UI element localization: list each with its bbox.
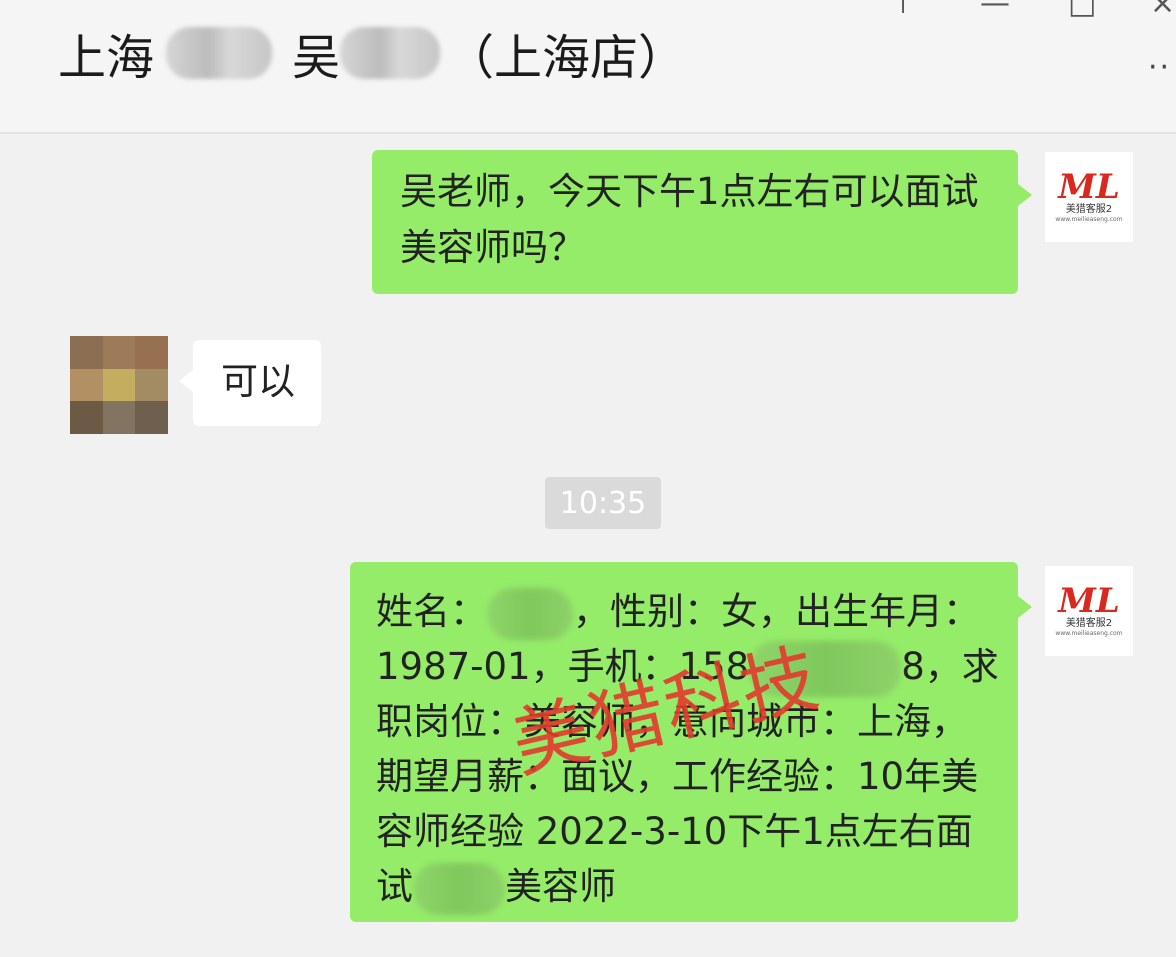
avatar-mosaic-cell xyxy=(102,336,136,369)
logo-subtext: www.meilieaseng.com xyxy=(1055,630,1123,637)
redacted-blur xyxy=(487,587,573,640)
avatar-self[interactable]: ML 美猎客服2 www.meilieaseng.com xyxy=(1045,566,1133,656)
message-text-line: 试 美容师 xyxy=(376,859,1000,915)
avatar-mosaic-cell xyxy=(102,368,136,402)
close-icon[interactable]: × xyxy=(1150,0,1175,21)
avatar-mosaic-cell xyxy=(135,401,168,434)
logo-mark: ML xyxy=(1058,167,1120,207)
avatar-mosaic-cell xyxy=(70,368,103,402)
avatar-self[interactable]: ML 美猎客服2 www.meilieaseng.com xyxy=(1045,152,1133,242)
text-segment: 试 xyxy=(376,865,413,908)
chat-title-suffix: （上海店） xyxy=(446,30,687,86)
pin-icon[interactable]: ⊤ xyxy=(890,0,916,21)
minimize-icon[interactable]: — xyxy=(980,0,1010,21)
message-bubble-outgoing[interactable]: 吴老师，今天下午1点左右可以面试 美容师吗？ xyxy=(372,150,1032,294)
message-text-line: 容师经验 2022-3-10下午1点左右面 xyxy=(376,810,973,853)
avatar-mosaic-cell xyxy=(102,401,136,434)
text-segment: 美容师 xyxy=(505,865,616,908)
maximize-icon[interactable]: □ xyxy=(1068,0,1096,21)
message-text: 可以 xyxy=(221,360,295,403)
timestamp: 10:35 xyxy=(545,477,661,529)
redacted-blur xyxy=(413,862,505,915)
avatar-mosaic-cell xyxy=(135,336,168,369)
message-text-line: 姓名： ，性别：女，出生年月： xyxy=(376,584,1000,640)
logo-text: 美猎客服2 xyxy=(1065,618,1113,629)
bubble-tail xyxy=(1018,596,1032,618)
chat-title-prefix: 上海 xyxy=(58,30,155,86)
avatar-mosaic-cell xyxy=(135,368,168,402)
logo-mark: ML xyxy=(1058,581,1120,621)
logo-text: 美猎客服2 xyxy=(1065,204,1113,215)
avatar-mosaic-cell xyxy=(70,336,103,369)
avatar-contact[interactable] xyxy=(70,336,168,434)
chat-header: 上海 吴 （上海店） ⊤ — □ × ·· xyxy=(0,0,1176,134)
chat-title-name: 吴 xyxy=(292,30,341,86)
redacted-blur xyxy=(340,27,441,79)
more-icon[interactable]: ·· xyxy=(1148,50,1171,85)
message-text-line: 吴老师，今天下午1点左右可以面试 xyxy=(400,170,979,213)
bubble-tail xyxy=(1018,184,1032,206)
bubble-tail xyxy=(179,370,193,392)
message-bubble-incoming[interactable]: 可以 xyxy=(179,340,321,426)
message-text-line: 美容师吗？ xyxy=(400,226,585,269)
message-text-line: 期望月薪：面议，工作经验：10年美 xyxy=(376,755,979,798)
text-segment: 8，求 xyxy=(901,645,999,688)
redacted-blur xyxy=(166,27,273,79)
logo-subtext: www.meilieaseng.com xyxy=(1055,216,1123,223)
text-segment: 姓名： xyxy=(376,590,487,633)
chat-title: 上海 吴 （上海店） xyxy=(58,18,686,88)
avatar-mosaic-cell xyxy=(70,401,103,434)
